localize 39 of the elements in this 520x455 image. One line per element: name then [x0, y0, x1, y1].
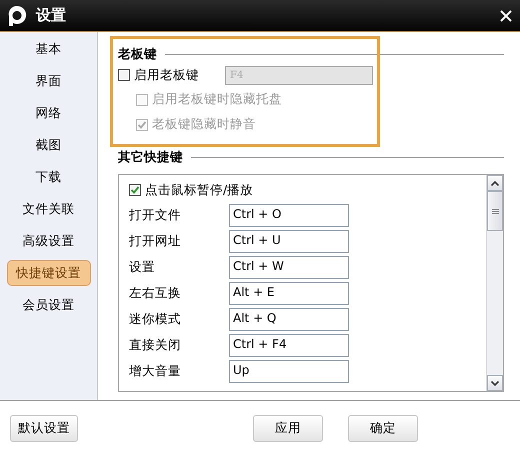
checkbox[interactable] [118, 69, 130, 81]
sidebar-item[interactable]: 快捷键设置 [6, 260, 90, 286]
sidebar-item[interactable]: 基本 [6, 36, 90, 62]
checkbox-label: 启用老板键时隐藏托盘 [152, 91, 282, 108]
hotkey-label: 打开网址 [129, 232, 182, 250]
app-logo-icon [6, 4, 28, 26]
sidebar-item[interactable]: 下载 [6, 164, 90, 190]
checkbox[interactable] [129, 184, 141, 196]
hotkey-field[interactable]: Ctrl + W [229, 256, 349, 278]
section-heading: 其它快捷键 [118, 149, 183, 166]
checkbox-label: 老板键隐藏时静音 [152, 116, 256, 133]
hotkey-field[interactable]: Ctrl + O [229, 204, 349, 226]
sidebar-item[interactable]: 界面 [6, 68, 90, 94]
button[interactable]: 默认设置 [10, 414, 78, 442]
sidebar-item[interactable]: 网络 [6, 100, 90, 126]
checkbox-label: 启用老板键 [134, 66, 199, 84]
hotkey-label: 左右互换 [129, 284, 182, 302]
hotkey-field[interactable]: Ctrl + F4 [229, 334, 349, 356]
hotkey-label: 设置 [129, 258, 156, 276]
sidebar-item[interactable]: 文件关联 [6, 196, 90, 222]
close-icon[interactable] [500, 10, 512, 22]
button[interactable]: 应用 [253, 414, 323, 442]
hotkey-label: 增大音量 [129, 362, 182, 380]
hotkey-label: 打开文件 [129, 206, 182, 224]
hotkey-field[interactable]: Up [229, 360, 349, 382]
sidebar-item[interactable]: 高级设置 [6, 228, 90, 254]
hotkey-label: 直接关闭 [129, 336, 182, 354]
checkbox-label: 点击鼠标暂停/播放 [145, 182, 254, 198]
hotkey-field[interactable]: Alt + Q [229, 308, 349, 330]
hotkey-field[interactable]: Alt + E [229, 282, 349, 304]
window-title: 设置 [36, 6, 67, 25]
hotkey-field[interactable]: Ctrl + U [229, 230, 349, 252]
scrollbar[interactable] [486, 175, 503, 391]
sidebar-item[interactable]: 截图 [6, 132, 90, 158]
grip-icon [492, 208, 498, 214]
sidebar-item[interactable]: 会员设置 [6, 292, 90, 318]
hotkey-label: 迷你模式 [129, 310, 182, 328]
section-heading: 老板键 [118, 46, 157, 63]
button[interactable]: 确定 [348, 414, 418, 442]
